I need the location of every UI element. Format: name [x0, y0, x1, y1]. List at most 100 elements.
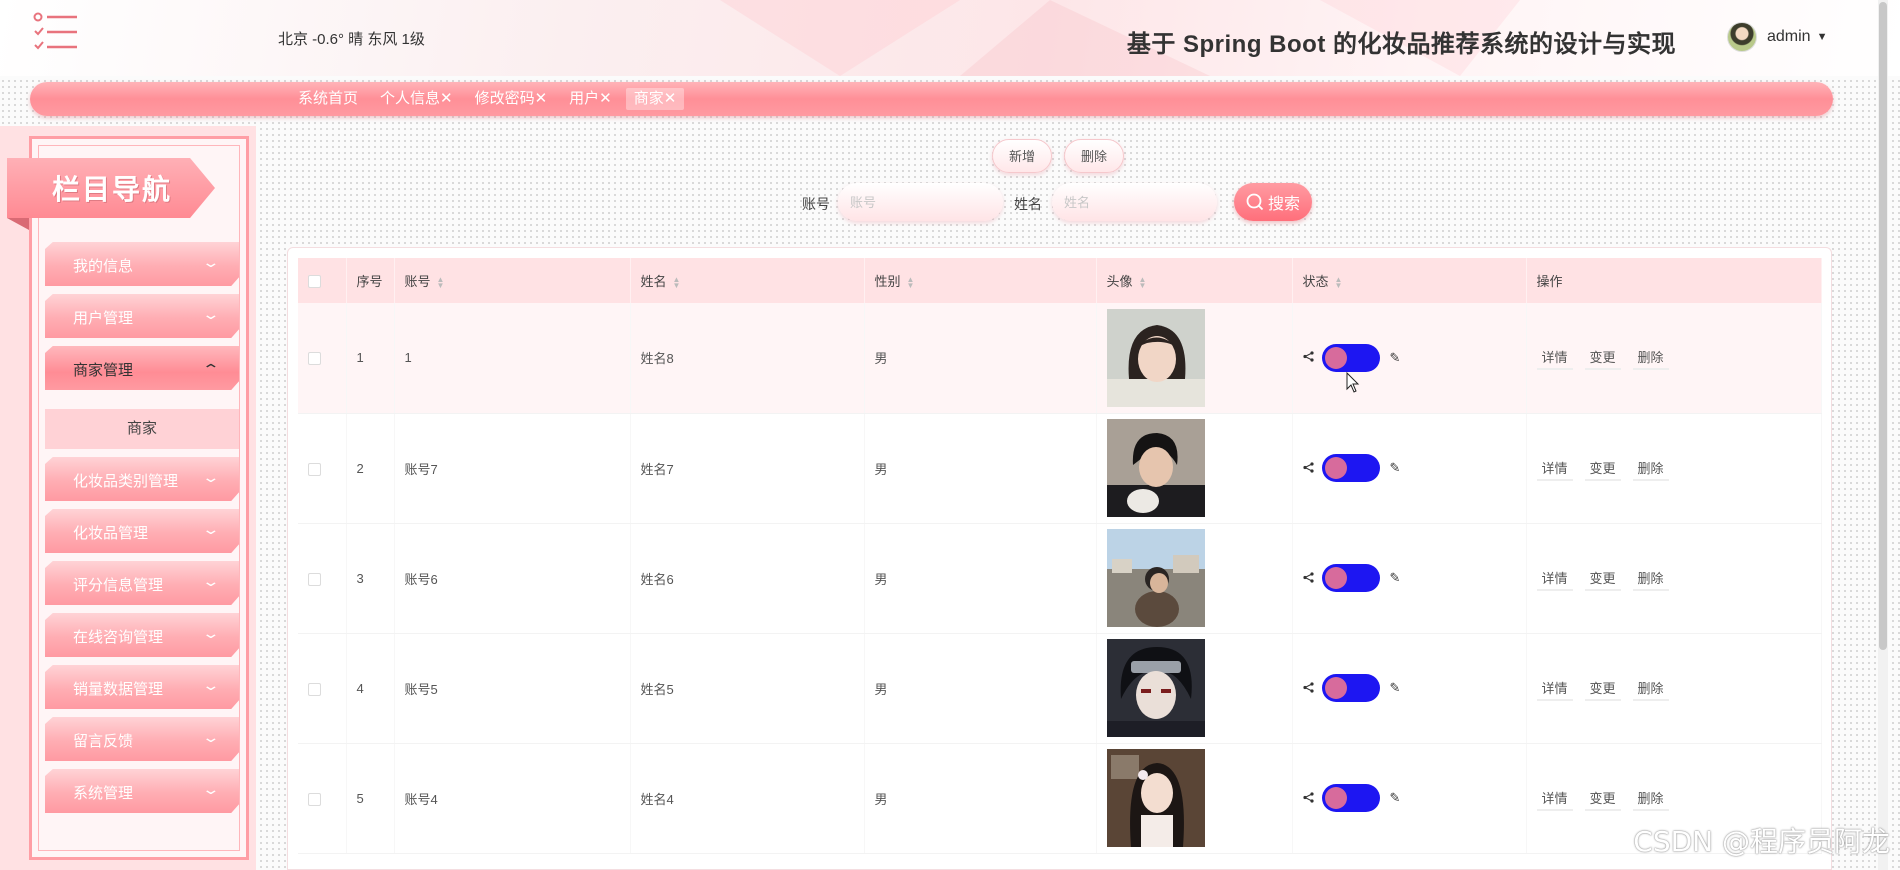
sort-icon[interactable]: ▲ ▼ [1139, 275, 1147, 289]
sidebar-item-cosmetic-management[interactable]: 化妆品管理 ⌄ [45, 509, 239, 553]
account-label: 账号 [802, 196, 830, 212]
status-toggle[interactable] [1321, 454, 1380, 482]
detail-button[interactable]: 详情 [1536, 786, 1573, 811]
column-header-account[interactable]: 账号 ▲ ▼ [394, 258, 631, 303]
chevron-down-icon: ⌄ [201, 306, 221, 322]
add-button[interactable]: 新增 [992, 139, 1053, 173]
sidebar-item-label: 化妆品管理 [73, 525, 149, 542]
chevron-up-icon: ⌃ [201, 361, 221, 377]
search-icon [1246, 193, 1264, 211]
column-header-name[interactable]: 姓名 ▲ ▼ [630, 258, 865, 303]
status-toggle[interactable] [1321, 674, 1380, 702]
edit-icon[interactable]: ✎ [1390, 790, 1401, 806]
avatar-photo[interactable] [1106, 308, 1205, 407]
sidebar-item-label: 系统管理 [73, 785, 134, 802]
sort-icon[interactable]: ▲ ▼ [437, 275, 445, 289]
tab-list: 系统首页 个人信息✕ 修改密码✕ 用户✕ 商家✕ [290, 82, 690, 116]
change-button[interactable]: 变更 [1584, 566, 1621, 591]
sidebar-item-label: 化妆品类别管理 [73, 473, 179, 490]
change-button[interactable]: 变更 [1584, 345, 1621, 371]
tab-change-password[interactable]: 修改密码✕ [467, 88, 556, 110]
sidebar-item-rating-management[interactable]: 评分信息管理 ⌄ [45, 561, 239, 605]
table-row: 5 账号4 姓名4 男 ✎ 详情 变更 删除 [298, 743, 1822, 854]
change-button[interactable]: 变更 [1584, 456, 1621, 481]
cell-no: 1 [346, 303, 395, 414]
account-search-input[interactable] [838, 183, 1003, 221]
chevron-down-icon: ⌄ [201, 781, 221, 797]
sort-icon[interactable]: ▲ ▼ [1335, 275, 1343, 289]
avatar-photo[interactable] [1106, 639, 1205, 737]
sidebar-item-merchant-management[interactable]: 商家管理 ⌃ [45, 346, 239, 390]
sort-icon[interactable]: ▲ ▼ [907, 275, 915, 289]
sidebar-item-cosmetic-category[interactable]: 化妆品类别管理 ⌄ [45, 457, 239, 501]
column-header-status[interactable]: 状态 ▲ ▼ [1292, 258, 1527, 303]
tab-users[interactable]: 用户✕ [561, 88, 620, 110]
row-delete-button[interactable]: 删除 [1632, 786, 1669, 811]
change-button[interactable]: 变更 [1584, 786, 1621, 811]
row-checkbox[interactable] [308, 462, 321, 476]
table-header: 序号 账号 ▲ ▼ 姓名 ▲ ▼ 性别 ▲ ▼ 头像 ▲ ▼ 状态 ▲ ▼ 操作 [298, 258, 1822, 303]
sidebar-subitem-merchant[interactable]: 商家 [45, 409, 239, 449]
table-row: 1 1 姓名8 男 ✎ 详情 变更 删除 [298, 303, 1822, 414]
cell-account: 账号7 [394, 413, 631, 524]
share-icon[interactable] [1302, 350, 1314, 365]
avatar-photo[interactable] [1106, 529, 1205, 627]
edit-icon[interactable]: ✎ [1390, 350, 1401, 366]
table-row: 4 账号5 姓名5 男 ✎ 详情 变更 删除 [298, 633, 1822, 744]
edit-icon[interactable]: ✎ [1390, 460, 1401, 476]
top-header: 北京 -0.6° 晴 东风 1级 基于 Spring Boot 的化妆品推荐系统… [0, 0, 1900, 76]
chevron-down-icon: ⌄ [201, 729, 221, 745]
sidebar-item-online-consult[interactable]: 在线咨询管理 ⌄ [45, 613, 239, 657]
row-checkbox[interactable] [308, 352, 321, 366]
edit-icon[interactable]: ✎ [1390, 680, 1401, 696]
tab-merchant[interactable]: 商家✕ [625, 88, 685, 110]
sidebar-item-system-management[interactable]: 系统管理 ⌄ [45, 769, 239, 813]
tab-home[interactable]: 系统首页 [290, 88, 366, 110]
row-delete-button[interactable]: 删除 [1632, 676, 1669, 701]
sidebar-item-label: 商家管理 [73, 362, 134, 379]
sidebar-item-user-management[interactable]: 用户管理 ⌄ [45, 294, 239, 338]
row-checkbox[interactable] [308, 682, 321, 696]
user-menu[interactable]: admin ▼ [1727, 22, 1827, 52]
menu-list-icon[interactable] [33, 12, 79, 52]
share-icon[interactable] [1302, 571, 1314, 586]
share-icon[interactable] [1302, 681, 1314, 696]
edit-icon[interactable]: ✎ [1390, 570, 1401, 586]
chevron-down-icon: ⌄ [201, 254, 221, 270]
row-checkbox[interactable] [308, 572, 321, 586]
sort-icon[interactable]: ▲ ▼ [673, 275, 681, 289]
status-toggle[interactable] [1321, 784, 1380, 812]
sidebar-item-label: 用户管理 [73, 310, 134, 327]
detail-button[interactable]: 详情 [1536, 676, 1573, 701]
sidebar-item-my-info[interactable]: 我的信息 ⌄ [45, 242, 239, 286]
status-toggle[interactable] [1321, 564, 1380, 592]
avatar-photo[interactable] [1106, 749, 1205, 847]
header-decoration [720, 0, 960, 76]
select-all-checkbox[interactable] [308, 275, 321, 289]
chevron-down-icon: ⌄ [201, 573, 221, 589]
detail-button[interactable]: 详情 [1536, 566, 1573, 591]
row-delete-button[interactable]: 删除 [1632, 345, 1669, 371]
status-toggle[interactable] [1321, 343, 1380, 372]
sidebar-item-sales-data[interactable]: 销量数据管理 ⌄ [45, 665, 239, 709]
cell-gender: 男 [864, 413, 1097, 524]
scrollbar-thumb[interactable] [1879, 2, 1887, 650]
name-search-input[interactable] [1052, 183, 1217, 221]
share-icon[interactable] [1302, 791, 1314, 806]
detail-button[interactable]: 详情 [1536, 456, 1573, 481]
row-delete-button[interactable]: 删除 [1632, 566, 1669, 591]
delete-button[interactable]: 删除 [1064, 139, 1125, 173]
change-button[interactable]: 变更 [1584, 676, 1621, 701]
search-button[interactable]: 搜索 [1234, 183, 1312, 221]
row-delete-button[interactable]: 删除 [1632, 456, 1669, 481]
detail-button[interactable]: 详情 [1536, 345, 1573, 371]
row-checkbox[interactable] [308, 792, 321, 806]
sidebar-item-feedback[interactable]: 留言反馈 ⌄ [45, 717, 239, 761]
cell-account: 1 [394, 303, 631, 414]
tab-profile[interactable]: 个人信息✕ [372, 88, 461, 110]
column-header-gender[interactable]: 性别 ▲ ▼ [864, 258, 1097, 303]
column-header-avatar[interactable]: 头像 ▲ ▼ [1096, 258, 1293, 303]
cell-account: 账号6 [394, 523, 631, 634]
share-icon[interactable] [1302, 461, 1314, 476]
avatar-photo[interactable] [1106, 419, 1205, 517]
